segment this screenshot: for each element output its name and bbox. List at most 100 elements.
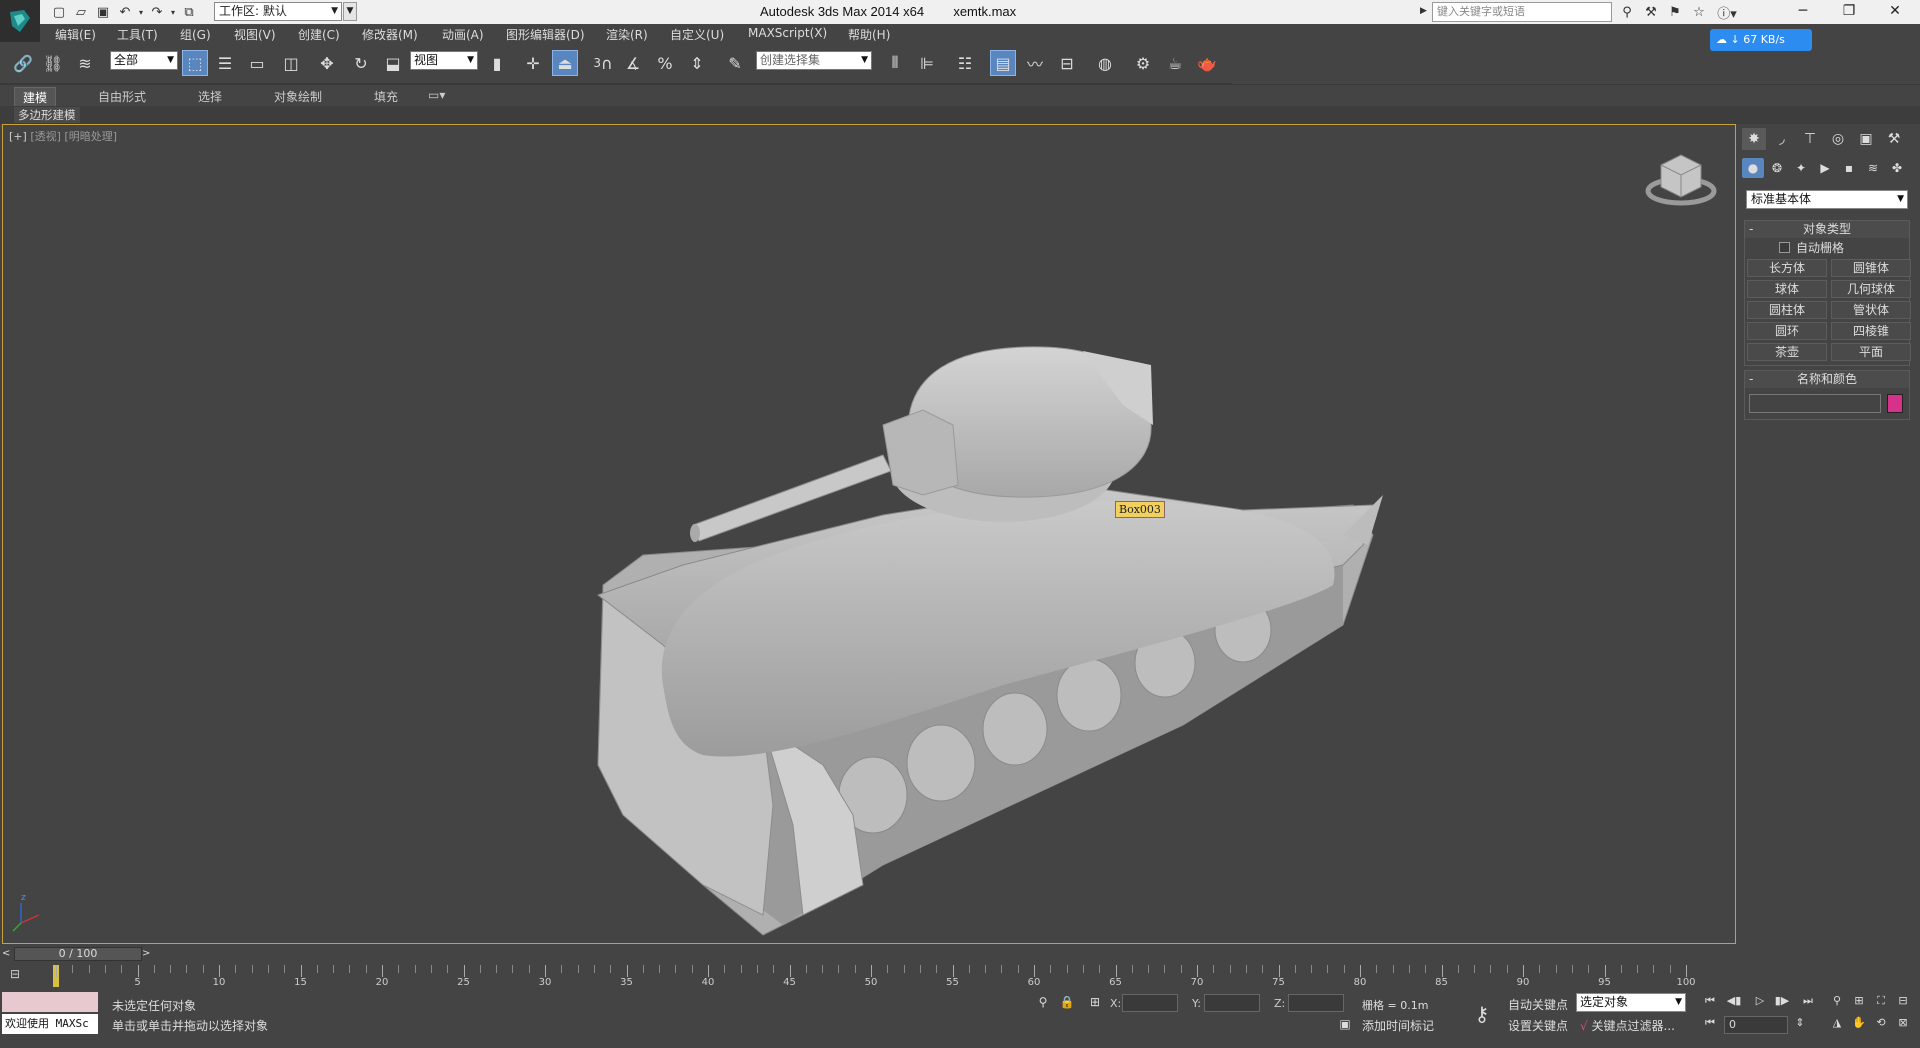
- favorites-star-icon[interactable]: ☆: [1688, 2, 1710, 22]
- hierarchy-tab-icon[interactable]: ⊤: [1798, 128, 1822, 150]
- new-file-icon[interactable]: ▢: [48, 2, 70, 22]
- set-key-icon[interactable]: ⚷: [1464, 996, 1500, 1034]
- maxscript-mini-listener[interactable]: 欢迎使用 MAXSc: [2, 1014, 98, 1034]
- track-bar[interactable]: ⊟ 5 10 15 20 25 30 35 40 45 50 55 60 65 70 75 80 85 90 95 1…: [0, 962, 1736, 990]
- render-setup-icon[interactable]: ⚙: [1130, 50, 1156, 76]
- schematic-view-icon[interactable]: ⊟: [1054, 50, 1080, 76]
- menu-maxscript[interactable]: MAXScript(X): [748, 26, 827, 40]
- key-filters-button[interactable]: √ 关键点过滤器...: [1580, 1017, 1675, 1034]
- select-by-name-icon[interactable]: ☰: [212, 50, 238, 76]
- z-coordinate-field[interactable]: [1288, 994, 1344, 1012]
- zoom-all-icon[interactable]: ⊞: [1850, 994, 1868, 1012]
- modify-tab-icon[interactable]: ◞: [1770, 128, 1794, 150]
- graphite-ribbon-icon[interactable]: ▤: [990, 50, 1016, 76]
- ribbon-tab-populate[interactable]: 填充: [366, 87, 406, 106]
- menu-tools[interactable]: 工具(T): [117, 26, 158, 43]
- pyramid-button[interactable]: 四棱锥: [1831, 322, 1911, 340]
- torus-button[interactable]: 圆环: [1747, 322, 1827, 340]
- previous-frame-icon[interactable]: ◀▮: [1724, 994, 1744, 1012]
- key-selection-set-dropdown[interactable]: 选定对象 ▼: [1576, 993, 1686, 1012]
- helpers-icon[interactable]: ▪: [1838, 158, 1860, 178]
- search-expand-icon[interactable]: ▶: [1420, 6, 1427, 16]
- timeline-ruler[interactable]: 5 10 15 20 25 30 35 40 45 50 55 60 65 70 75 80 85 90 95 100: [56, 965, 1696, 989]
- geosphere-button[interactable]: 几何球体: [1831, 280, 1911, 298]
- create-tab-icon[interactable]: ✸: [1742, 128, 1766, 150]
- menu-animation[interactable]: 动画(A): [442, 26, 484, 43]
- workspace-menu-button[interactable]: ▼: [343, 2, 357, 21]
- ribbon-tab-selection[interactable]: 选择: [190, 87, 230, 106]
- project-folder-icon[interactable]: ⧉: [178, 2, 200, 22]
- bind-spacewarp-icon[interactable]: ≋: [72, 50, 98, 76]
- menu-graph-editors[interactable]: 图形编辑器(D): [506, 26, 585, 43]
- next-frame-arrow-icon[interactable]: >: [142, 948, 150, 959]
- menu-customize[interactable]: 自定义(U): [670, 26, 724, 43]
- maxscript-listener-output[interactable]: [2, 992, 98, 1012]
- align-icon[interactable]: ⊫: [914, 50, 940, 76]
- ribbon-tab-object-paint[interactable]: 对象绘制: [266, 87, 330, 106]
- set-key-button[interactable]: 设置关键点: [1508, 1017, 1568, 1034]
- open-file-icon[interactable]: ▱: [70, 2, 92, 22]
- viewcube-icon[interactable]: [1645, 154, 1717, 206]
- selection-lock-icon[interactable]: 🔒: [1058, 995, 1076, 1011]
- menu-help[interactable]: 帮助(H): [848, 26, 890, 43]
- geometry-icon[interactable]: ●: [1742, 158, 1764, 178]
- redo-icon[interactable]: ↷: [146, 2, 168, 22]
- material-editor-icon[interactable]: ◍: [1092, 50, 1118, 76]
- space-warps-icon[interactable]: ≋: [1862, 158, 1884, 178]
- utilities-tab-icon[interactable]: ⚒: [1882, 128, 1906, 150]
- box-button[interactable]: 长方体: [1747, 259, 1827, 277]
- go-to-start-icon[interactable]: ⏮: [1700, 994, 1720, 1012]
- shapes-icon[interactable]: ❂: [1766, 158, 1788, 178]
- ribbon-tab-modeling[interactable]: 建模: [14, 87, 57, 107]
- perspective-viewport[interactable]: [+] [透视] [明暗处理] z Box003: [2, 124, 1736, 944]
- close-button[interactable]: ✕: [1872, 0, 1918, 22]
- menu-views[interactable]: 视图(V): [234, 26, 276, 43]
- minimize-button[interactable]: ─: [1780, 0, 1826, 22]
- time-slider[interactable]: < 0 / 100 >: [0, 946, 1736, 962]
- cameras-icon[interactable]: ▶: [1814, 158, 1836, 178]
- tank-model[interactable]: [596, 346, 1383, 936]
- frame-spinner-icon[interactable]: ⇕: [1790, 1016, 1810, 1034]
- auto-key-button[interactable]: 自动关键点: [1508, 996, 1568, 1013]
- angle-snap-icon[interactable]: ∡: [620, 50, 646, 76]
- teapot-button[interactable]: 茶壶: [1747, 343, 1827, 361]
- field-of-view-icon[interactable]: ◮: [1828, 1016, 1846, 1034]
- y-coordinate-field[interactable]: [1204, 994, 1260, 1012]
- menu-create[interactable]: 创建(C): [298, 26, 340, 43]
- edit-named-selection-icon[interactable]: ✎: [722, 50, 748, 76]
- play-icon[interactable]: ▷: [1750, 994, 1770, 1012]
- lights-icon[interactable]: ✦: [1790, 158, 1812, 178]
- go-to-end-icon[interactable]: ⏭: [1798, 994, 1818, 1012]
- previous-frame-arrow-icon[interactable]: <: [2, 948, 14, 960]
- binoculars-icon[interactable]: ⚲: [1616, 2, 1638, 22]
- add-time-tag-button[interactable]: 添加时间标记: [1362, 1017, 1434, 1034]
- motion-tab-icon[interactable]: ◎: [1826, 128, 1850, 150]
- time-slider-thumb[interactable]: 0 / 100: [14, 947, 142, 961]
- absolute-mode-icon[interactable]: ⊞: [1086, 995, 1104, 1011]
- ribbon-polygon-modeling-label[interactable]: 多边形建模: [14, 107, 80, 123]
- search-input[interactable]: 键入关键字或短语: [1432, 2, 1612, 22]
- undo-icon[interactable]: ↶: [114, 2, 136, 22]
- spinner-snap-icon[interactable]: ⇕: [684, 50, 710, 76]
- pan-view-icon[interactable]: ✋: [1850, 1016, 1868, 1034]
- next-frame-icon[interactable]: ▮▶: [1772, 994, 1792, 1012]
- systems-icon[interactable]: ✤: [1886, 158, 1908, 178]
- display-tab-icon[interactable]: ▣: [1854, 128, 1878, 150]
- select-rotate-icon[interactable]: ↻: [348, 50, 374, 76]
- key-mode-toggle-icon[interactable]: ⏮: [1700, 1016, 1720, 1034]
- zoom-icon[interactable]: ⚲: [1828, 994, 1846, 1012]
- curve-editor-icon[interactable]: 〰: [1022, 50, 1048, 76]
- mini-curve-editor-icon[interactable]: ⊟: [10, 967, 36, 985]
- menu-modifiers[interactable]: 修改器(M): [362, 26, 418, 43]
- isolate-selection-icon[interactable]: ⚲: [1034, 995, 1052, 1011]
- time-tag-icon[interactable]: ▣: [1336, 1017, 1354, 1033]
- unlink-icon[interactable]: ⛓: [40, 50, 66, 76]
- render-production-icon[interactable]: 🫖: [1194, 50, 1220, 76]
- menu-group[interactable]: 组(G): [180, 26, 211, 43]
- select-move-icon[interactable]: ✥: [314, 50, 340, 76]
- cone-button[interactable]: 圆锥体: [1831, 259, 1911, 277]
- zoom-extents-all-icon[interactable]: ⊟: [1894, 994, 1912, 1012]
- maximize-viewport-icon[interactable]: ⊠: [1894, 1016, 1912, 1034]
- ribbon-options-icon[interactable]: ▭▾: [420, 87, 453, 103]
- name-and-color-header[interactable]: - 名称和颜色: [1745, 371, 1909, 388]
